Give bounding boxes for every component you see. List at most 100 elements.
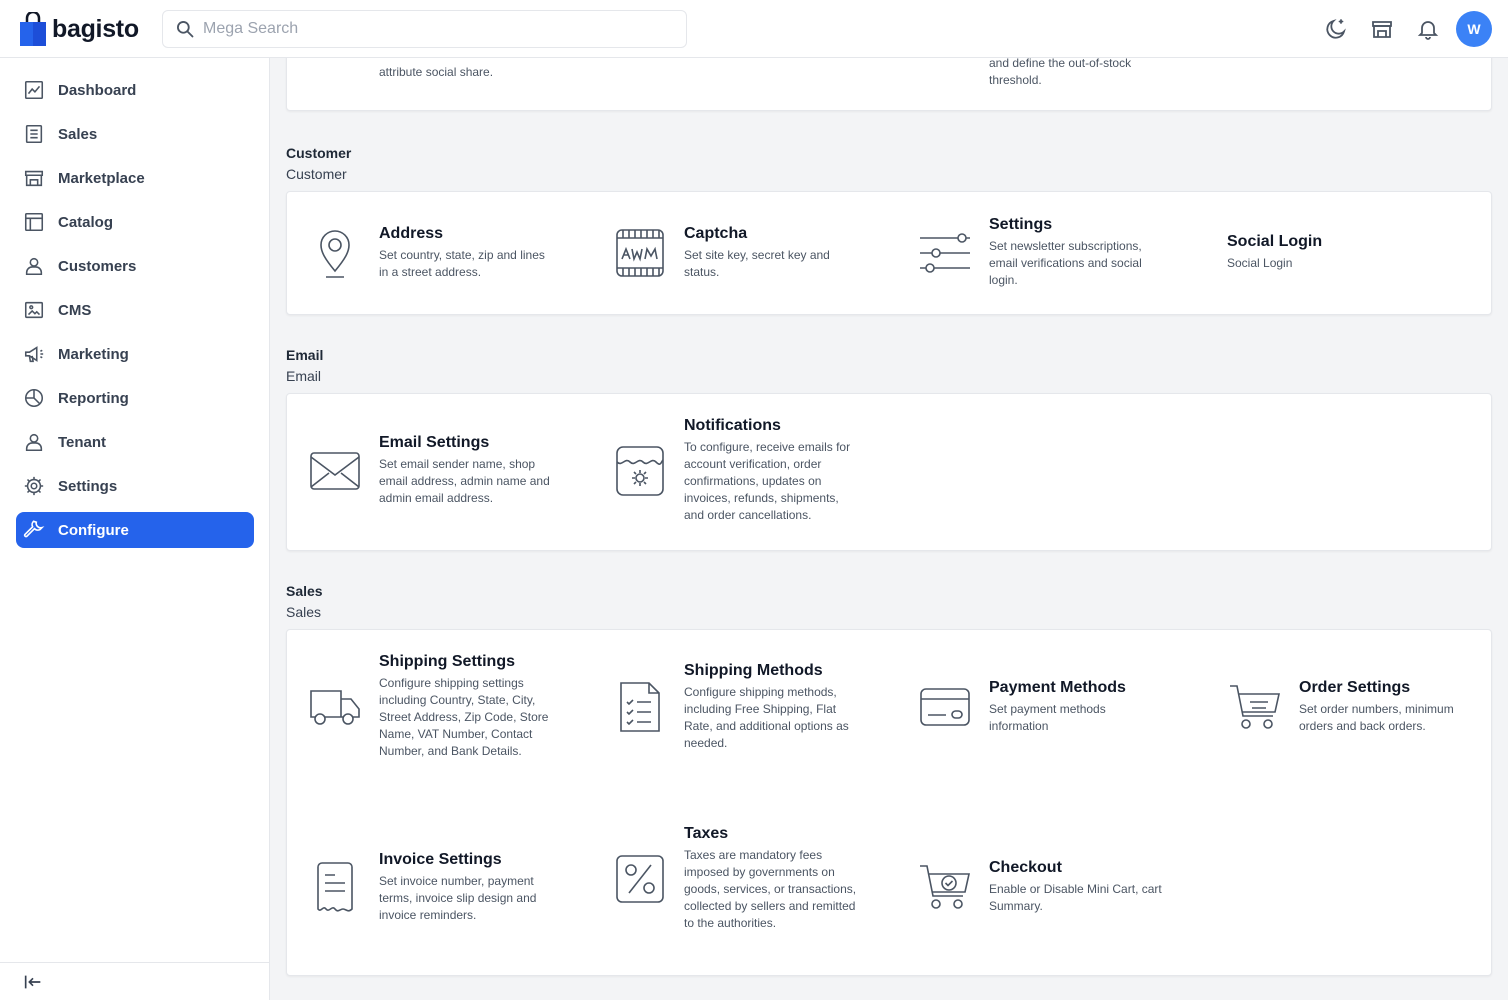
- sidebar-item-label: Marketplace: [58, 169, 145, 187]
- config-item-desc: Set newsletter subscriptions, email veri…: [989, 239, 1142, 287]
- collapse-sidebar[interactable]: [0, 962, 270, 1000]
- marketplace-icon: [22, 166, 46, 190]
- credit-card-icon: [917, 679, 973, 735]
- sidebar-item-marketing[interactable]: Marketing: [16, 336, 254, 372]
- config-item-desc: To configure, receive emails for account…: [684, 440, 851, 522]
- sidebar-item-label: Tenant: [58, 433, 107, 451]
- config-item-title: Captcha: [684, 225, 748, 242]
- config-item-captcha[interactable]: Captcha Set site key, secret key and stat…: [612, 225, 862, 281]
- config-item-payment-methods[interactable]: Payment Methods Set payment methods infor…: [917, 679, 1167, 735]
- config-item-email-settings[interactable]: Email Settings Set email sender name, sho…: [307, 434, 557, 507]
- sidebar-item-marketplace[interactable]: Marketplace: [16, 160, 254, 196]
- cart-icon: [1227, 679, 1283, 735]
- config-item-desc: Set invoice number, payment terms, invoi…: [379, 874, 537, 922]
- config-item-title: Invoice Settings: [379, 851, 502, 868]
- cms-icon: [22, 298, 46, 322]
- tenant-icon: [22, 430, 46, 454]
- search-icon: [177, 21, 194, 38]
- sidebar: Dashboard Sales Marketplace Catalog Cust…: [0, 58, 270, 1000]
- captcha-icon: [612, 225, 668, 281]
- config-item-settings[interactable]: Settings Set newsletter subscriptions, em…: [917, 216, 1167, 289]
- sidebar-item-tenant[interactable]: Tenant: [16, 424, 254, 460]
- section-title-customer: Customer: [286, 145, 352, 161]
- config-item-desc: Set payment methods information: [989, 702, 1106, 733]
- sidebar-item-label: Customers: [58, 257, 137, 275]
- truck-icon: [307, 679, 363, 735]
- config-item-title: Address: [379, 225, 444, 242]
- config-item-title: Payment Methods: [989, 679, 1126, 696]
- config-item-invoice-settings[interactable]: Invoice Settings Set invoice number, paym…: [307, 851, 557, 924]
- config-item-desc: Enable or Disable Mini Cart, cart Summar…: [989, 882, 1162, 913]
- config-item-social-login[interactable]: Social Login Social Login: [1227, 233, 1405, 272]
- config-item-address[interactable]: Address Set country, state, zip and lines…: [307, 225, 557, 281]
- sidebar-item-label: Marketing: [58, 345, 129, 363]
- section-subtitle-customer: Customer: [286, 166, 347, 182]
- sidebar-item-label: Sales: [58, 125, 98, 143]
- sidebar-item-cms[interactable]: CMS: [16, 292, 254, 328]
- sidebar-item-dashboard[interactable]: Dashboard: [16, 72, 254, 108]
- config-item-desc: Taxes are mandatory fees imposed by gove…: [684, 848, 857, 930]
- sidebar-item-reporting[interactable]: Reporting: [16, 380, 254, 416]
- sidebar-item-label: Catalog: [58, 213, 114, 231]
- reporting-icon: [22, 386, 46, 410]
- sales-config-card: Shipping Settings Configure shipping sett…: [286, 629, 1492, 976]
- section-subtitle-email: Email: [286, 368, 322, 384]
- cart-check-icon: [917, 859, 973, 915]
- config-item-desc: Set site key, secret key and status.: [684, 248, 830, 279]
- dark-mode-icon[interactable]: [1323, 16, 1349, 42]
- config-item-desc: Social Login: [1227, 256, 1293, 270]
- sidebar-item-sales[interactable]: Sales: [16, 116, 254, 152]
- settings-icon: [22, 474, 46, 498]
- sidebar-item-label: CMS: [58, 301, 92, 319]
- top-header: bagisto W: [0, 0, 1508, 58]
- config-item-order-settings[interactable]: Order Settings Set order numbers, minimum…: [1227, 679, 1477, 735]
- config-item-shipping-settings[interactable]: Shipping Settings Configure shipping sett…: [307, 653, 557, 760]
- config-item-checkout[interactable]: Checkout Enable or Disable Mini Cart, car…: [917, 859, 1167, 915]
- sliders-icon: [917, 225, 973, 281]
- user-avatar[interactable]: W: [1456, 11, 1492, 47]
- location-pin-icon: [307, 225, 363, 281]
- configure-icon: [22, 518, 46, 542]
- shopping-bag-logo-icon: [20, 12, 46, 46]
- config-item-title: Email Settings: [379, 434, 490, 451]
- percent-icon: [612, 851, 668, 907]
- checklist-icon: [612, 679, 668, 735]
- partial-desc-right-2: threshold.: [989, 73, 1042, 87]
- marketing-icon: [22, 342, 46, 366]
- config-item-title: Shipping Settings: [379, 653, 515, 670]
- partial-desc-left: attribute social share.: [379, 65, 494, 79]
- notification-settings-icon: [612, 443, 668, 499]
- brand-name: bagisto: [52, 14, 139, 43]
- config-item-desc: Configure shipping methods, including Fr…: [684, 685, 849, 750]
- config-item-title: Settings: [989, 216, 1053, 233]
- config-item-title: Shipping Methods: [684, 662, 823, 679]
- invoice-icon: [307, 860, 363, 916]
- sidebar-item-label: Dashboard: [58, 81, 137, 99]
- config-item-title: Taxes: [684, 825, 729, 842]
- config-item-title: Social Login: [1227, 233, 1323, 250]
- catalog-icon: [22, 210, 46, 234]
- sidebar-item-settings[interactable]: Settings: [16, 468, 254, 504]
- sidebar-item-configure[interactable]: Configure: [16, 512, 254, 548]
- sidebar-item-catalog[interactable]: Catalog: [16, 204, 254, 240]
- customer-config-card: Address Set country, state, zip and lines…: [286, 191, 1492, 315]
- config-item-title: Notifications: [684, 417, 781, 434]
- brand-logo[interactable]: bagisto: [20, 12, 139, 46]
- sidebar-item-customers[interactable]: Customers: [16, 248, 254, 284]
- email-config-card: Email Settings Set email sender name, sho…: [286, 393, 1492, 551]
- config-item-desc: Configure shipping settings including Co…: [379, 676, 549, 758]
- storefront-icon[interactable]: [1369, 16, 1395, 42]
- config-item-desc: Set order numbers, minimum orders and ba…: [1299, 702, 1454, 733]
- mega-search[interactable]: [162, 10, 687, 48]
- config-item-taxes[interactable]: Taxes Taxes are mandatory fees imposed by…: [612, 825, 862, 932]
- envelope-icon: [307, 443, 363, 499]
- section-title-sales: Sales: [286, 583, 323, 599]
- config-item-notifications[interactable]: Notifications To configure, receive email…: [612, 417, 862, 524]
- config-item-desc: Set country, state, zip and lines in a s…: [379, 248, 545, 279]
- search-input[interactable]: [203, 20, 663, 38]
- customers-icon: [22, 254, 46, 278]
- collapse-sidebar-icon[interactable]: [22, 971, 44, 998]
- notification-bell-icon[interactable]: [1415, 16, 1441, 42]
- section-title-email: Email: [286, 347, 324, 363]
- config-item-shipping-methods[interactable]: Shipping Methods Configure shipping metho…: [612, 662, 862, 752]
